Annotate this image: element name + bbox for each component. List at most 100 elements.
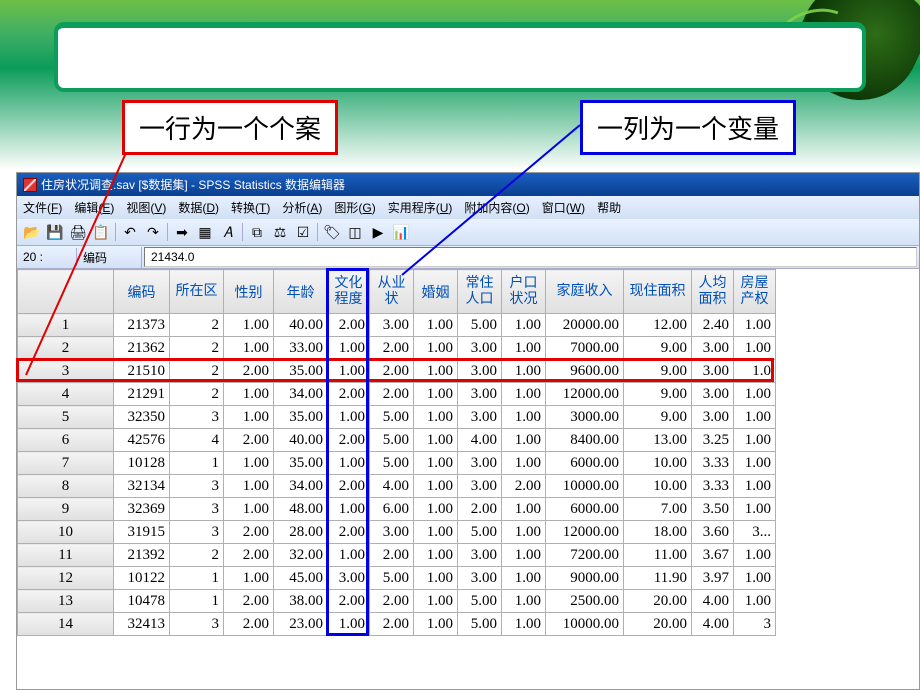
cell[interactable]: 2.00 bbox=[370, 544, 414, 567]
cell[interactable]: 12000.00 bbox=[546, 383, 624, 406]
cell[interactable]: 20.00 bbox=[624, 613, 692, 636]
table-row[interactable]: 42129121.0034.002.002.001.003.001.001200… bbox=[18, 383, 776, 406]
cell[interactable]: 3.00 bbox=[458, 567, 502, 590]
cell[interactable]: 42576 bbox=[114, 429, 170, 452]
cell[interactable]: 20.00 bbox=[624, 590, 692, 613]
cell[interactable]: 1.00 bbox=[224, 383, 274, 406]
row-number[interactable]: 9 bbox=[18, 498, 114, 521]
cell[interactable]: 21510 bbox=[114, 360, 170, 383]
cell[interactable]: 3.00 bbox=[458, 452, 502, 475]
run-icon[interactable]: ▶ bbox=[367, 221, 389, 243]
row-number[interactable]: 14 bbox=[18, 613, 114, 636]
row-number[interactable]: 6 bbox=[18, 429, 114, 452]
cell[interactable]: 3.33 bbox=[692, 452, 734, 475]
menu-窗口[interactable]: 窗口(W) bbox=[542, 199, 585, 216]
menu-文件[interactable]: 文件(F) bbox=[23, 199, 62, 216]
cell[interactable]: 35.00 bbox=[274, 406, 328, 429]
corner-cell[interactable] bbox=[18, 270, 114, 314]
cell[interactable]: 1.00 bbox=[224, 498, 274, 521]
col-header-8[interactable]: 户口状况 bbox=[502, 270, 546, 314]
weight-icon[interactable]: ⚖ bbox=[269, 221, 291, 243]
cell[interactable]: 1.00 bbox=[502, 613, 546, 636]
cell[interactable]: 1.00 bbox=[502, 590, 546, 613]
cell[interactable]: 3 bbox=[170, 406, 224, 429]
cell[interactable]: 1.00 bbox=[414, 314, 458, 337]
table-row[interactable]: 53235031.0035.001.005.001.003.001.003000… bbox=[18, 406, 776, 429]
row-number[interactable]: 7 bbox=[18, 452, 114, 475]
cell[interactable]: 1.00 bbox=[414, 590, 458, 613]
cell[interactable]: 1.00 bbox=[734, 498, 776, 521]
cell[interactable]: 21373 bbox=[114, 314, 170, 337]
chart-icon[interactable]: 📊 bbox=[390, 221, 412, 243]
menu-帮助[interactable]: 帮助 bbox=[597, 199, 621, 216]
cell[interactable]: 11.00 bbox=[624, 544, 692, 567]
cell[interactable]: 20000.00 bbox=[546, 314, 624, 337]
table-row[interactable]: 22136221.0033.001.002.001.003.001.007000… bbox=[18, 337, 776, 360]
cell[interactable]: 2.00 bbox=[328, 590, 370, 613]
cell[interactable]: 35.00 bbox=[274, 360, 328, 383]
cell[interactable]: 1.00 bbox=[414, 337, 458, 360]
cell[interactable]: 3 bbox=[170, 521, 224, 544]
cell[interactable]: 5.00 bbox=[458, 613, 502, 636]
menu-分析[interactable]: 分析(A) bbox=[282, 199, 322, 216]
cell[interactable]: 1.00 bbox=[502, 383, 546, 406]
cell[interactable]: 1 bbox=[170, 567, 224, 590]
cell[interactable]: 10128 bbox=[114, 452, 170, 475]
table-row[interactable]: 103191532.0028.002.003.001.005.001.00120… bbox=[18, 521, 776, 544]
cell[interactable]: 3... bbox=[734, 521, 776, 544]
table-row[interactable]: 32151022.0035.001.002.001.003.001.009600… bbox=[18, 360, 776, 383]
cell[interactable]: 2.00 bbox=[328, 314, 370, 337]
cell[interactable]: 5.00 bbox=[370, 452, 414, 475]
cell[interactable]: 3.00 bbox=[692, 406, 734, 429]
cell[interactable]: 3.00 bbox=[370, 521, 414, 544]
cell[interactable]: 18.00 bbox=[624, 521, 692, 544]
split-icon[interactable]: ⧉ bbox=[246, 221, 268, 243]
cell[interactable]: 10478 bbox=[114, 590, 170, 613]
cell[interactable]: 3.50 bbox=[692, 498, 734, 521]
cell[interactable]: 32134 bbox=[114, 475, 170, 498]
table-row[interactable]: 12137321.0040.002.003.001.005.001.002000… bbox=[18, 314, 776, 337]
cell[interactable]: 1.00 bbox=[414, 452, 458, 475]
cell[interactable]: 1.00 bbox=[224, 406, 274, 429]
cell[interactable]: 3.60 bbox=[692, 521, 734, 544]
cell[interactable]: 2500.00 bbox=[546, 590, 624, 613]
cell[interactable]: 2.00 bbox=[224, 521, 274, 544]
cell[interactable]: 2 bbox=[170, 360, 224, 383]
cell[interactable]: 3.00 bbox=[458, 544, 502, 567]
cell[interactable]: 3 bbox=[170, 498, 224, 521]
data-grid[interactable]: 编码所在区性别年龄文化程度从业状婚姻常住人口户口状况家庭收入现住面积人均面积房屋… bbox=[17, 269, 919, 636]
table-row[interactable]: 83213431.0034.002.004.001.003.002.001000… bbox=[18, 475, 776, 498]
cell[interactable]: 10.00 bbox=[624, 475, 692, 498]
menu-数据[interactable]: 数据(D) bbox=[178, 199, 219, 216]
cell[interactable]: 1.00 bbox=[502, 567, 546, 590]
cell[interactable]: 2.00 bbox=[224, 613, 274, 636]
menu-编辑[interactable]: 编辑(E) bbox=[74, 199, 114, 216]
cell[interactable]: 1.00 bbox=[502, 544, 546, 567]
cell[interactable]: 40.00 bbox=[274, 314, 328, 337]
cell[interactable]: 21362 bbox=[114, 337, 170, 360]
col-header-7[interactable]: 常住人口 bbox=[458, 270, 502, 314]
col-header-12[interactable]: 房屋产权 bbox=[734, 270, 776, 314]
cell[interactable]: 34.00 bbox=[274, 383, 328, 406]
cell[interactable]: 1.00 bbox=[414, 613, 458, 636]
cell[interactable]: 1.00 bbox=[414, 498, 458, 521]
table-row[interactable]: 71012811.0035.001.005.001.003.001.006000… bbox=[18, 452, 776, 475]
col-header-11[interactable]: 人均面积 bbox=[692, 270, 734, 314]
value-labels-icon[interactable]: 🏷 bbox=[321, 221, 343, 243]
cell[interactable]: 1.00 bbox=[414, 406, 458, 429]
row-number[interactable]: 5 bbox=[18, 406, 114, 429]
cell[interactable]: 12.00 bbox=[624, 314, 692, 337]
cell[interactable]: 1.00 bbox=[734, 337, 776, 360]
col-header-4[interactable]: 文化程度 bbox=[328, 270, 370, 314]
cell[interactable]: 1.00 bbox=[328, 406, 370, 429]
cell[interactable]: 9.00 bbox=[624, 360, 692, 383]
cell[interactable]: 3.00 bbox=[328, 567, 370, 590]
cell[interactable]: 1.0 bbox=[734, 360, 776, 383]
cell[interactable]: 1.00 bbox=[224, 475, 274, 498]
cell[interactable]: 4.00 bbox=[370, 475, 414, 498]
cell[interactable]: 9.00 bbox=[624, 383, 692, 406]
cell[interactable]: 2 bbox=[170, 337, 224, 360]
cell[interactable]: 2.00 bbox=[370, 613, 414, 636]
cell[interactable]: 3.00 bbox=[692, 337, 734, 360]
cell[interactable]: 10000.00 bbox=[546, 475, 624, 498]
